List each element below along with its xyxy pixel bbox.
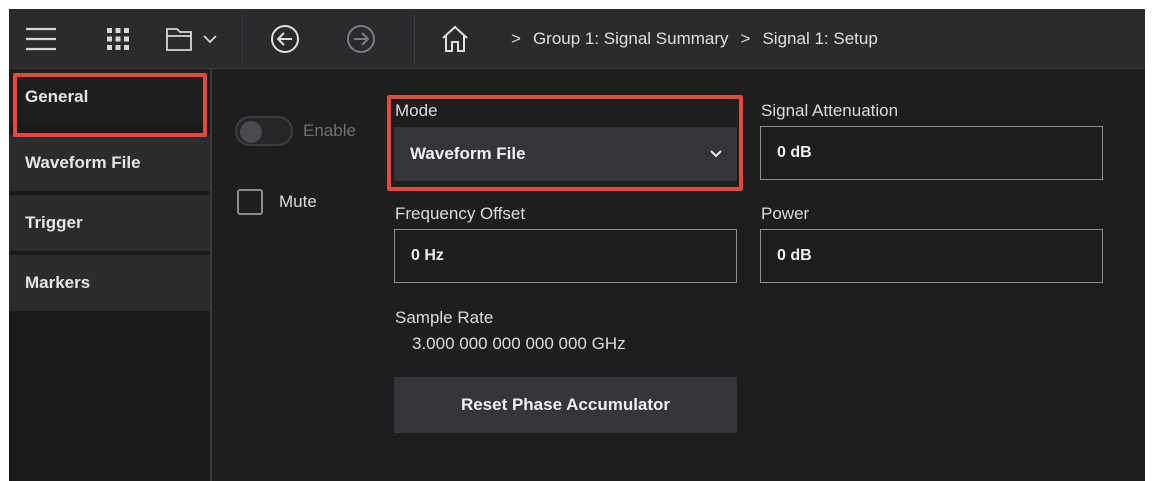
apps-grid-icon[interactable] [103, 9, 133, 69]
frequency-offset-label: Frequency Offset [395, 204, 526, 223]
sidebar-item-markers[interactable]: Markers [9, 255, 210, 313]
highlight-box-general [13, 73, 207, 137]
sample-rate-label: Sample Rate [395, 308, 494, 327]
sidebar-item-waveform-file[interactable]: Waveform File [9, 135, 210, 193]
frequency-offset-input[interactable]: 0 Hz [394, 229, 737, 283]
hamburger-menu-icon[interactable] [23, 9, 59, 69]
toolbar-divider [414, 15, 415, 63]
toolbar-divider [242, 15, 243, 63]
enable-label: Enable [303, 121, 356, 140]
app-window: > Group 1: Signal Summary > Signal 1: Se… [9, 9, 1145, 481]
signal-attenuation-label: Signal Attenuation [761, 101, 899, 120]
back-arrow-icon[interactable] [267, 9, 303, 69]
forward-arrow-icon[interactable] [343, 9, 379, 69]
breadcrumb-item-signal[interactable]: Signal 1: Setup [762, 29, 877, 49]
enable-toggle[interactable] [235, 116, 293, 146]
toggle-knob [240, 121, 262, 143]
chevron-down-icon[interactable] [201, 9, 219, 69]
breadcrumb-item-group[interactable]: Group 1: Signal Summary [533, 29, 729, 49]
reset-phase-accumulator-button[interactable]: Reset Phase Accumulator [394, 377, 737, 433]
highlight-box-mode [387, 95, 743, 191]
sample-rate-value: 3.000 000 000 000 000 GHz [412, 334, 626, 353]
mute-label: Mute [279, 192, 317, 211]
mute-checkbox[interactable] [237, 189, 263, 215]
sidebar-item-trigger[interactable]: Trigger [9, 195, 210, 253]
top-toolbar: > Group 1: Signal Summary > Signal 1: Se… [9, 9, 1145, 69]
folder-icon[interactable] [163, 9, 203, 69]
chevron-right-icon: > [511, 29, 521, 48]
chevron-right-icon: > [740, 29, 751, 48]
power-input[interactable]: 0 dB [760, 229, 1103, 283]
sidebar-item-label: Trigger [25, 213, 83, 232]
power-label: Power [761, 204, 810, 223]
breadcrumb: > Group 1: Signal Summary > Signal 1: Se… [499, 9, 878, 69]
sidebar-item-label: Markers [25, 273, 91, 292]
home-icon[interactable] [437, 9, 473, 69]
signal-attenuation-input[interactable]: 0 dB [760, 126, 1103, 180]
sidebar-item-label: Waveform File [25, 153, 141, 172]
